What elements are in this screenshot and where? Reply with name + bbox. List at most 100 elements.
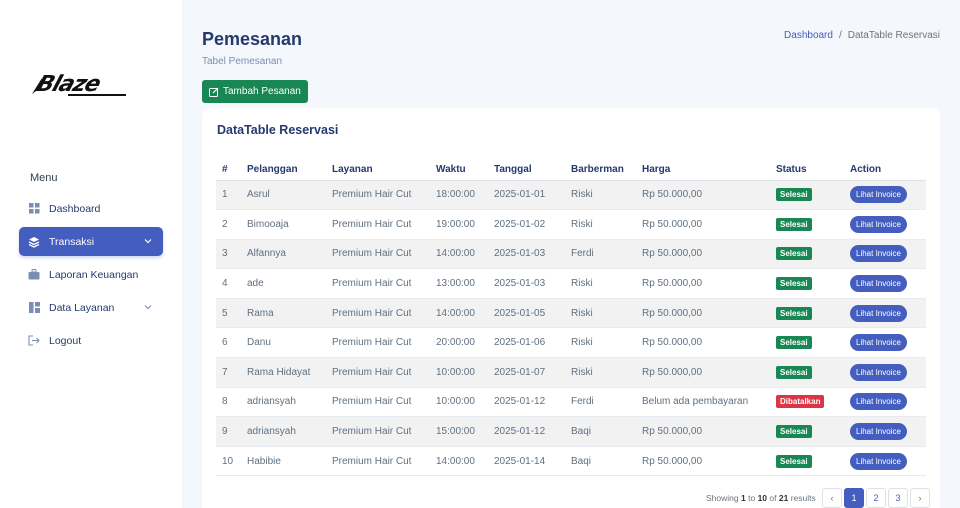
column-header[interactable]: Action xyxy=(844,159,926,181)
pagination-page-button[interactable]: 3 xyxy=(888,488,908,508)
cell-tanggal: 2025-01-12 xyxy=(494,396,546,408)
table-row: 6 Danu Premium Hair Cut 20:00:00 2025-01-06 R… xyxy=(216,328,926,358)
pagination-total: 21 xyxy=(778,493,789,503)
sidebar-item-label: Data Layanan xyxy=(49,301,115,314)
view-invoice-button[interactable]: Lihat Invoice xyxy=(850,215,907,233)
pagination-page-button[interactable]: 2 xyxy=(866,488,886,508)
column-header[interactable]: # xyxy=(216,159,241,181)
table-header-row: # Pelanggan Layanan Waktu Tanggal Barber… xyxy=(216,159,926,181)
cell-tanggal: 2025-01-03 xyxy=(494,278,546,290)
column-header[interactable]: Harga xyxy=(636,159,770,181)
cell-waktu: 14:00:00 xyxy=(436,455,475,467)
table-row: 3 Alfannya Premium Hair Cut 14:00:00 2025-01… xyxy=(216,239,926,269)
cell-barberman: Ferdi xyxy=(571,396,594,408)
cell-barberman: Riski xyxy=(565,180,636,210)
cell-pelanggan: adriansyah xyxy=(247,396,296,408)
status-badge: Selesai xyxy=(776,188,812,202)
column-header[interactable]: Barberman xyxy=(565,159,636,181)
view-invoice-button[interactable]: Lihat Invoice xyxy=(850,393,907,411)
view-invoice-button[interactable]: Lihat Invoice xyxy=(850,423,907,441)
page-title: Pemesanan xyxy=(202,29,303,49)
cell-tanggal: 2025-01-12 xyxy=(488,416,565,447)
brand-logo[interactable]: Blaze xyxy=(28,64,134,104)
cell-tanggal: 2025-01-14 xyxy=(494,455,546,467)
cell-pelanggan: Danu xyxy=(247,337,271,349)
sidebar-item-logout[interactable]: Logout xyxy=(19,326,163,355)
cell-harga: Rp 50.000,00 xyxy=(642,337,703,349)
add-order-button[interactable]: Tambah Pesanan xyxy=(202,80,308,103)
cell-layanan: Premium Hair Cut xyxy=(332,218,412,230)
sidebar-item-data-layanan[interactable]: Data Layanan xyxy=(19,293,163,322)
cell-waktu: 10:00:00 xyxy=(430,357,488,388)
status-badge: Selesai xyxy=(776,365,812,379)
cell-status: Selesai xyxy=(770,416,844,447)
column-header[interactable]: Layanan xyxy=(326,159,430,181)
breadcrumb: Dashboard / DataTable Reservasi xyxy=(784,30,940,41)
pagination-from: 1 xyxy=(740,493,746,503)
pagination-next-button[interactable]: › xyxy=(910,488,930,508)
cell-barberman: Riski xyxy=(571,278,593,290)
table-row: 2 Bimooaja Premium Hair Cut 19:00:00 2025-01… xyxy=(216,210,926,240)
cell-pelanggan: Alfannya xyxy=(241,239,326,269)
cell-barberman: Riski xyxy=(565,357,636,388)
cell-status: Selesai xyxy=(770,180,844,210)
table-row: 8 adriansyah Premium Hair Cut 10:00:00 2025-… xyxy=(216,387,926,417)
cell-action: Lihat Invoice xyxy=(844,446,926,476)
cell-action: Lihat Invoice xyxy=(844,416,926,447)
cell-harga: Rp 50.000,00 xyxy=(636,298,770,328)
pagination-of-word: of xyxy=(769,493,777,503)
status-badge: Selesai xyxy=(776,247,812,261)
briefcase-icon xyxy=(28,269,40,281)
cell-no: 1 xyxy=(216,180,241,210)
sidebar: Blaze Menu Dashboard Transaksi Laporan K… xyxy=(0,0,182,508)
sidebar-item-laporan-keuangan[interactable]: Laporan Keuangan xyxy=(19,260,163,289)
column-header[interactable]: Tanggal xyxy=(488,159,565,181)
cell-layanan: Premium Hair Cut xyxy=(332,396,412,408)
view-invoice-button[interactable]: Lihat Invoice xyxy=(850,304,907,322)
view-invoice-button[interactable]: Lihat Invoice xyxy=(850,245,907,263)
cell-action: Lihat Invoice xyxy=(844,210,926,240)
cell-action: Lihat Invoice xyxy=(844,180,926,210)
table-row: 1 Asrul Premium Hair Cut 18:00:00 2025-01-01… xyxy=(216,180,926,210)
column-header[interactable]: Status xyxy=(770,159,844,181)
breadcrumb-home-link[interactable]: Dashboard xyxy=(784,30,833,41)
card-title: DataTable Reservasi xyxy=(217,123,339,137)
status-badge: Selesai xyxy=(776,425,812,439)
table-row: 9 adriansyah Premium Hair Cut 15:00:00 2025-… xyxy=(216,416,926,447)
column-header[interactable]: Waktu xyxy=(430,159,488,181)
reservation-table: # Pelanggan Layanan Waktu Tanggal Barber… xyxy=(216,159,926,476)
cell-pelanggan: Bimooaja xyxy=(247,218,289,230)
cell-status: Selesai xyxy=(770,328,844,358)
table-row: 4 ade Premium Hair Cut 13:00:00 2025-01-03 Ri… xyxy=(216,269,926,299)
status-badge: Selesai xyxy=(776,454,812,468)
add-order-label: Tambah Pesanan xyxy=(223,86,301,97)
sidebar-item-dashboard[interactable]: Dashboard xyxy=(19,194,163,223)
cell-harga: Rp 50.000,00 xyxy=(636,357,770,388)
table-row: 7 Rama Hidayat Premium Hair Cut 10:00:00 202… xyxy=(216,357,926,388)
pagination-page-button[interactable]: 1 xyxy=(844,488,864,508)
column-header[interactable]: Pelanggan xyxy=(241,159,326,181)
cell-barberman: Baqi xyxy=(571,455,592,467)
cell-waktu: 20:00:00 xyxy=(436,337,475,349)
cell-status: Selesai xyxy=(770,357,844,388)
cell-status: Selesai xyxy=(770,446,844,476)
pagination-prev-button[interactable]: ‹ xyxy=(822,488,842,508)
view-invoice-button[interactable]: Lihat Invoice xyxy=(850,363,907,381)
pagination-to: 10 xyxy=(757,493,768,503)
pagination: ‹ 1 2 3 › xyxy=(820,488,930,508)
cell-status: Dibatalkan xyxy=(770,387,844,417)
view-invoice-button[interactable]: Lihat Invoice xyxy=(850,452,907,470)
edit-icon xyxy=(209,87,219,97)
view-invoice-button[interactable]: Lihat Invoice xyxy=(850,334,907,352)
view-invoice-button[interactable]: Lihat Invoice xyxy=(850,275,907,293)
pagination-suffix: results xyxy=(790,493,816,503)
sidebar-item-transaksi[interactable]: Transaksi xyxy=(19,227,163,256)
status-badge: Selesai xyxy=(776,306,812,320)
sidebar-item-label: Dashboard xyxy=(49,202,101,215)
cell-layanan: Premium Hair Cut xyxy=(326,416,430,447)
cell-status: Selesai xyxy=(770,210,844,240)
cell-harga: Rp 50.000,00 xyxy=(642,218,703,230)
cell-no: 9 xyxy=(216,416,241,447)
view-invoice-button[interactable]: Lihat Invoice xyxy=(850,186,907,204)
cell-action: Lihat Invoice xyxy=(844,328,926,358)
